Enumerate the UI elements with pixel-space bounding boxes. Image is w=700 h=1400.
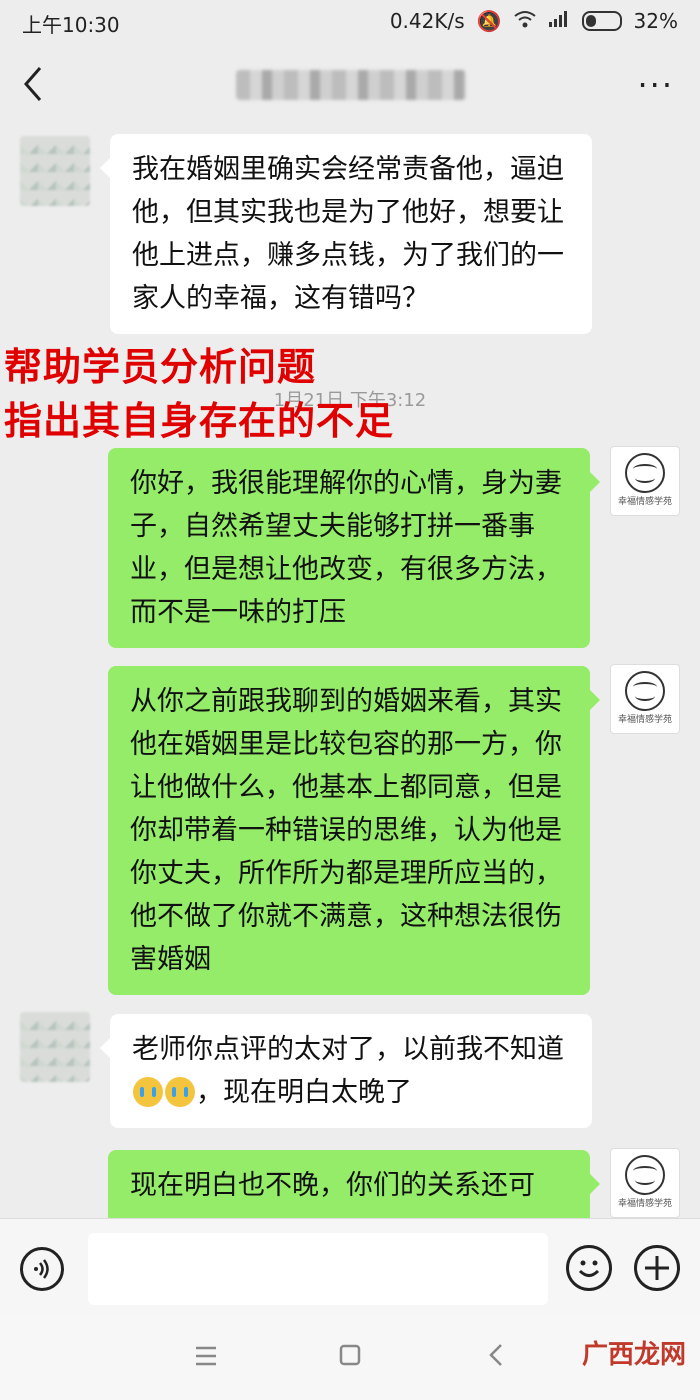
user-avatar-logo[interactable]: 幸福情感学苑 [610,1148,680,1218]
battery-percent: 32% [633,9,678,33]
mute-icon: 🔕 [476,9,502,33]
voice-icon [34,1259,49,1279]
more-button[interactable]: ··· [637,66,674,104]
overlay-annotation-line2: 指出其自身存在的不足 [4,399,395,443]
message-bubble-received[interactable]: 我在婚姻里确实会经常责备他，逼迫他，但其实我也是为了他好，想要让他上进点，赚多点… [100,134,592,334]
contact-avatar[interactable] [20,1012,90,1082]
message-text: 从你之前跟我聊到的婚姻来看，其实他在婚姻里是比较包容的那一方，你让他做什么，他基… [130,686,562,975]
message-text: 你好，我很能理解你的心情，身为妻子，自然希望丈夫能够打拼一番事业，但是想让他改变… [130,468,562,628]
message-text: ，现在明白太晚了 [196,1077,412,1108]
contact-avatar[interactable] [20,136,90,206]
signal-icon [548,9,570,33]
plus-icon [645,1256,669,1280]
menu-icon [196,1346,216,1366]
user-avatar-logo[interactable]: 幸福情感学苑 [610,664,680,734]
message-bubble-received[interactable]: 老师你点评的太对了，以前我不知道 ，现在明白太晚了 [100,1014,592,1128]
chevron-left-icon [489,1344,502,1366]
chat-message-list[interactable]: 我在婚姻里确实会经常责备他，逼迫他，但其实我也是为了他好，想要让他上进点，赚多点… [0,128,700,1218]
message-bubble-sent[interactable]: 从你之前跟我聊到的婚姻来看，其实他在婚姻里是比较包容的那一方，你让他做什么，他基… [108,666,600,995]
status-indicators: 0.42K/s 🔕 32% [390,9,678,33]
message-input[interactable] [88,1233,548,1305]
logo-text: 幸福情感学苑 [617,497,672,507]
crying-face-icon [165,1077,195,1107]
message-bubble-sent[interactable]: 现在明白也不晚，你们的关系还可 [108,1150,600,1218]
message-bubble-sent[interactable]: 你好，我很能理解你的心情，身为妻子，自然希望丈夫能够打拼一番事业，但是想让他改变… [108,448,600,648]
square-icon [339,1344,361,1366]
back-nav-button[interactable] [486,1340,506,1375]
logo-icon [625,1155,665,1195]
logo-icon [625,453,665,493]
smiley-icon [578,1260,600,1277]
user-avatar-logo[interactable]: 幸福情感学苑 [610,446,680,516]
input-bar [0,1218,700,1319]
message-text: 现在明白也不晚，你们的关系还可 [130,1170,535,1201]
chat-title-blurred [236,70,466,100]
menu-nav-button[interactable] [194,1340,218,1375]
battery-icon [581,11,622,31]
logo-text: 幸福情感学苑 [617,1199,672,1209]
wifi-icon [513,9,536,33]
chevron-left-icon [24,67,42,101]
message-text: 我在婚姻里确实会经常责备他，逼迫他，但其实我也是为了他好，想要让他上进点，赚多点… [132,154,564,314]
status-time: 上午10:30 [22,13,120,37]
network-speed: 0.42K/s [389,9,465,33]
system-navigation-bar: 广西龙网 [0,1318,700,1400]
crying-face-icon [133,1077,163,1107]
back-button[interactable] [18,62,58,110]
more-actions-button[interactable] [634,1245,680,1291]
logo-icon [625,671,665,711]
watermark: 广西龙网 [581,1340,686,1370]
voice-input-button[interactable] [20,1247,64,1291]
home-nav-button[interactable] [338,1340,362,1375]
logo-text: 幸福情感学苑 [617,715,672,725]
chat-header: ··· [0,44,700,128]
status-bar: 上午10:30 0.42K/s 🔕 32% [0,0,700,44]
message-text: 老师你点评的太对了，以前我不知道 [132,1034,564,1065]
emoji-button[interactable] [566,1245,612,1291]
overlay-annotation-line1: 帮助学员分析问题 [4,345,317,389]
